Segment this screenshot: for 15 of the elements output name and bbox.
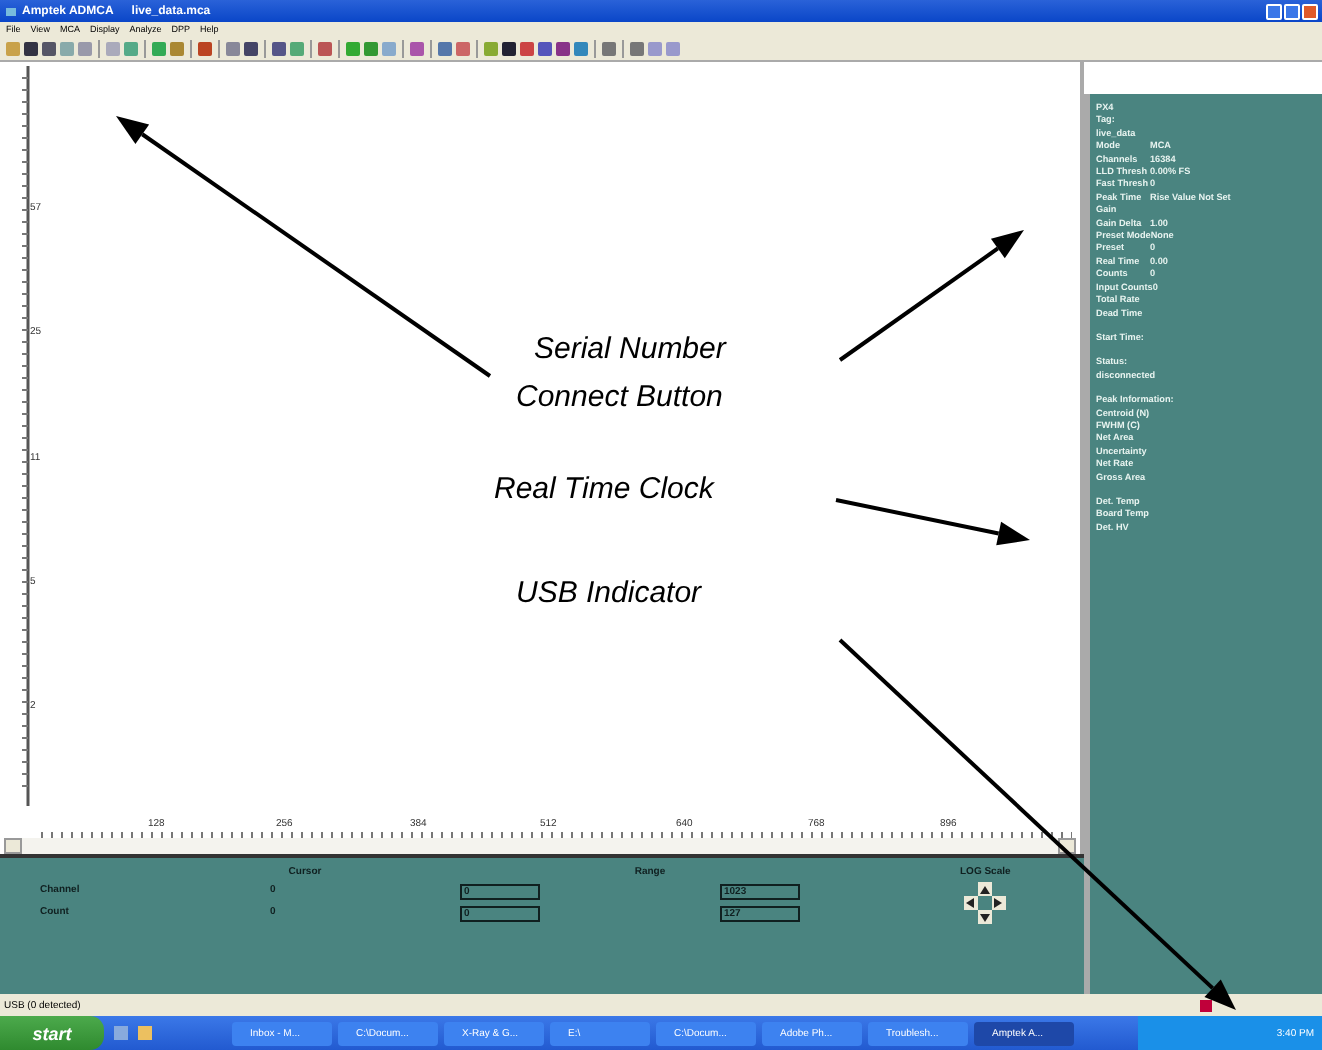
close-button[interactable]: [1302, 3, 1318, 19]
scroll-left-button[interactable]: [4, 838, 22, 854]
start-button[interactable]: start: [0, 1016, 104, 1050]
minimize-button[interactable]: [1266, 3, 1282, 19]
annotation-label: USB Indicator: [516, 576, 702, 610]
left-arrow-button[interactable]: [963, 896, 978, 910]
right-arrow-button[interactable]: [991, 896, 1006, 910]
maximize-button[interactable]: [1284, 3, 1300, 19]
annotation-label: Connect Button: [516, 380, 723, 414]
annotation-label: Serial Number: [534, 332, 726, 366]
down-arrow-button[interactable]: [977, 910, 992, 924]
annotation-label: Real Time Clock: [494, 472, 714, 506]
horizontal-scrollbar[interactable]: [4, 838, 1076, 854]
up-arrow-button[interactable]: [977, 882, 992, 896]
app-icon: [6, 7, 16, 15]
